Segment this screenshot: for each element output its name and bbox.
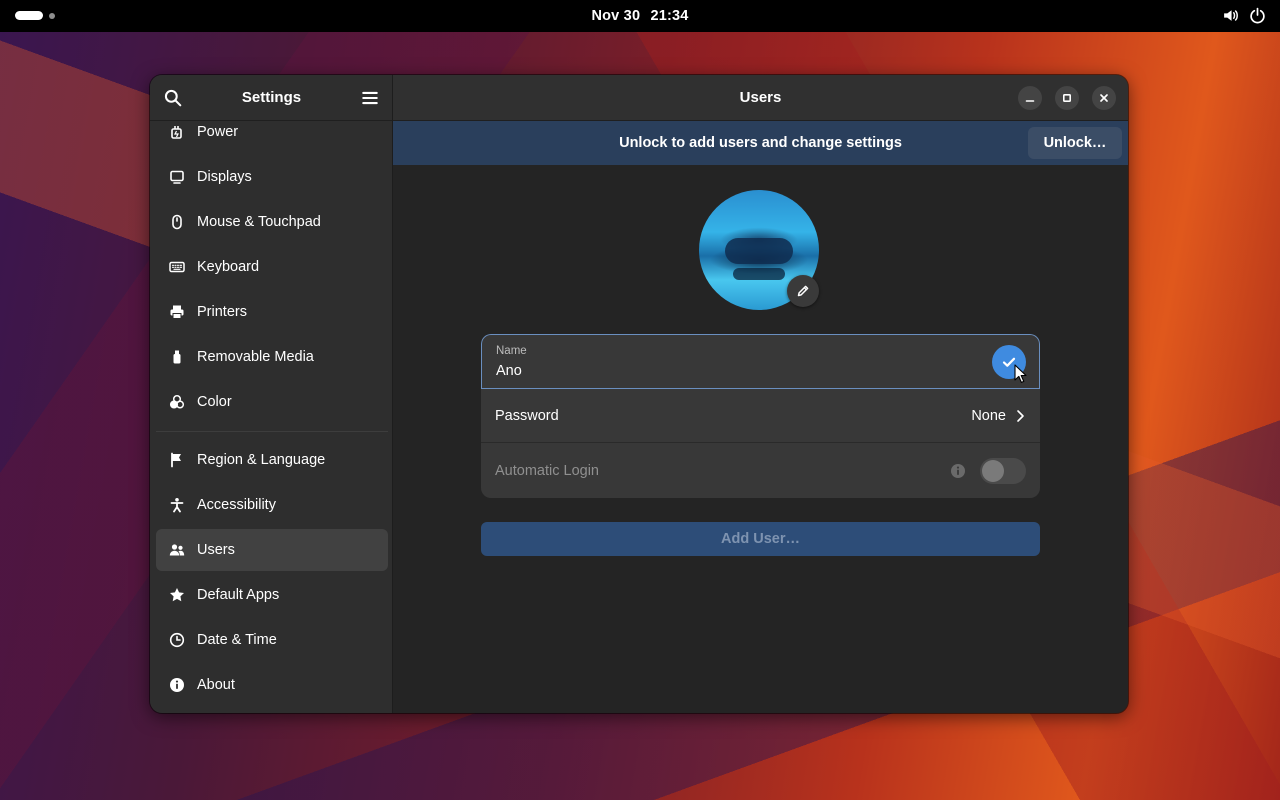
sidebar-item-region-language[interactable]: Region & Language bbox=[156, 439, 388, 481]
password-value: None bbox=[971, 407, 1006, 424]
sidebar-item-label: Power bbox=[197, 124, 239, 140]
sidebar-item-label: About bbox=[197, 677, 235, 693]
sidebar-item-default-apps[interactable]: Default Apps bbox=[156, 574, 388, 616]
sidebar-item-label: Color bbox=[197, 394, 232, 410]
content-header: Users bbox=[393, 75, 1128, 121]
sidebar-item-keyboard[interactable]: Keyboard bbox=[156, 246, 388, 288]
password-row[interactable]: Password None bbox=[481, 389, 1040, 443]
workspace-indicator-active bbox=[15, 11, 43, 20]
volume-icon[interactable] bbox=[1222, 7, 1239, 24]
close-icon bbox=[1100, 94, 1108, 102]
search-button[interactable] bbox=[163, 88, 183, 108]
edit-avatar-button[interactable] bbox=[787, 275, 819, 307]
password-label: Password bbox=[495, 407, 559, 424]
mouse-pointer-icon bbox=[1014, 364, 1027, 383]
avatar-image-shape bbox=[725, 238, 793, 264]
sidebar-item-label: Default Apps bbox=[197, 587, 280, 603]
unlock-banner: Unlock to add users and change settings … bbox=[393, 121, 1128, 165]
sidebar-item-label: Removable Media bbox=[197, 349, 314, 365]
main-menu-button[interactable] bbox=[360, 88, 380, 108]
sidebar-item-accessibility[interactable]: Accessibility bbox=[156, 484, 388, 526]
automatic-login-toggle[interactable] bbox=[980, 458, 1026, 484]
system-tray[interactable] bbox=[1222, 7, 1266, 24]
power-plug-icon bbox=[171, 126, 182, 139]
usb-icon bbox=[173, 350, 181, 364]
clock-icon bbox=[169, 632, 185, 648]
accessibility-icon bbox=[170, 498, 184, 513]
sidebar-item-displays[interactable]: Displays bbox=[156, 156, 388, 198]
color-icon bbox=[169, 394, 185, 409]
name-field-value[interactable]: Ano bbox=[496, 363, 522, 379]
top-bar: Nov 30 21:34 bbox=[0, 0, 1280, 32]
sidebar-item-mouse-touchpad[interactable]: Mouse & Touchpad bbox=[156, 201, 388, 243]
toggle-knob bbox=[982, 460, 1004, 482]
avatar-image-shape bbox=[733, 268, 785, 280]
sidebar-item-users[interactable]: Users bbox=[156, 529, 388, 571]
sidebar-separator bbox=[156, 431, 388, 432]
unlock-button[interactable]: Unlock… bbox=[1028, 127, 1122, 159]
sidebar-item-label: Mouse & Touchpad bbox=[197, 214, 321, 230]
close-button[interactable] bbox=[1092, 86, 1116, 110]
flag-icon bbox=[171, 452, 181, 468]
banner-text: Unlock to add users and change settings bbox=[619, 135, 902, 151]
star-icon bbox=[170, 588, 184, 602]
clock[interactable]: Nov 30 21:34 bbox=[588, 8, 691, 24]
minimize-icon bbox=[1025, 100, 1035, 102]
search-icon bbox=[164, 89, 182, 106]
settings-window: Settings Power Displays Mouse & Touchpad… bbox=[150, 75, 1128, 713]
sidebar: Settings Power Displays Mouse & Touchpad… bbox=[150, 75, 393, 713]
printer-icon bbox=[170, 305, 184, 319]
sidebar-item-label: Region & Language bbox=[197, 452, 326, 468]
users-panel: Users Unlock to add users and change set… bbox=[393, 75, 1128, 713]
automatic-login-row: Automatic Login bbox=[481, 444, 1040, 498]
sidebar-item-label: Displays bbox=[197, 169, 252, 185]
sidebar-item-label: Users bbox=[197, 542, 235, 558]
window-controls bbox=[1018, 86, 1116, 110]
name-field-label: Name bbox=[496, 345, 527, 357]
mouse-icon bbox=[172, 214, 182, 230]
sidebar-item-label: Date & Time bbox=[197, 632, 277, 648]
workspace-indicator-dot bbox=[49, 12, 55, 19]
sidebar-item-label: Printers bbox=[197, 304, 247, 320]
sidebar-item-label: Keyboard bbox=[197, 259, 260, 275]
keyboard-icon bbox=[169, 261, 185, 273]
info-icon bbox=[170, 678, 184, 692]
minimize-button[interactable] bbox=[1018, 86, 1042, 110]
activities-button[interactable] bbox=[15, 11, 55, 20]
maximize-button[interactable] bbox=[1055, 86, 1079, 110]
sidebar-item-date-time[interactable]: Date & Time bbox=[156, 619, 388, 661]
power-icon[interactable] bbox=[1249, 7, 1266, 24]
users-icon bbox=[169, 544, 185, 556]
page-title: Users bbox=[739, 89, 782, 106]
sidebar-list: Power Displays Mouse & Touchpad Keyboard… bbox=[150, 121, 392, 713]
clock-time: 21:34 bbox=[650, 8, 689, 24]
display-icon bbox=[170, 170, 184, 184]
hamburger-menu-icon bbox=[362, 91, 378, 104]
sidebar-item-color[interactable]: Color bbox=[156, 381, 388, 423]
automatic-login-label: Automatic Login bbox=[495, 463, 599, 479]
clock-date: Nov 30 bbox=[591, 8, 641, 24]
add-user-button[interactable]: Add User… bbox=[481, 522, 1040, 556]
sidebar-item-about[interactable]: About bbox=[156, 664, 388, 706]
user-settings-card: Name Ano Password None Automatic Login bbox=[481, 334, 1040, 498]
name-field[interactable]: Name Ano bbox=[481, 334, 1040, 389]
sidebar-item-removable-media[interactable]: Removable Media bbox=[156, 336, 388, 378]
sidebar-title: Settings bbox=[241, 89, 302, 106]
maximize-icon bbox=[1062, 93, 1072, 103]
sidebar-header: Settings bbox=[150, 75, 392, 121]
sidebar-item-printers[interactable]: Printers bbox=[156, 291, 388, 333]
info-icon[interactable] bbox=[950, 463, 966, 479]
chevron-right-icon bbox=[1014, 409, 1026, 423]
pencil-icon bbox=[797, 285, 809, 297]
sidebar-item-power[interactable]: Power bbox=[156, 121, 388, 153]
sidebar-item-label: Accessibility bbox=[197, 497, 276, 513]
